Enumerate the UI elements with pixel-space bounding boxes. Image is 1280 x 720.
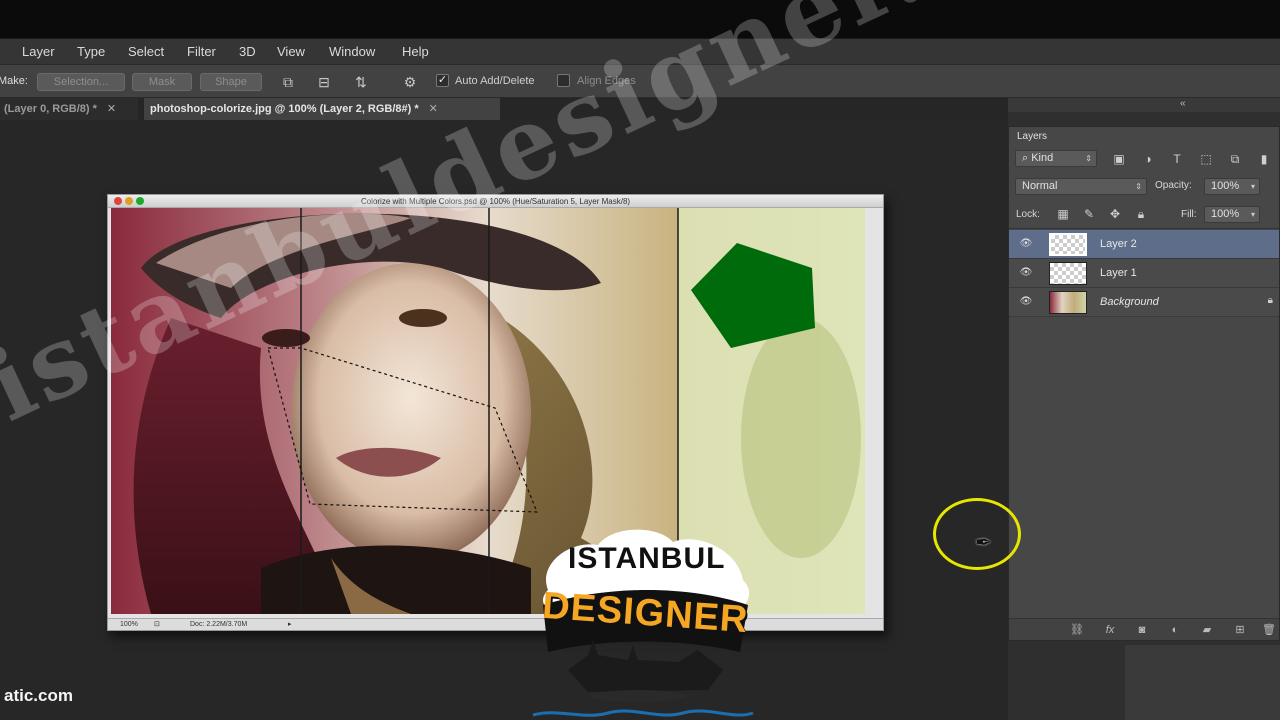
menu-layer[interactable]: Layer <box>22 44 55 59</box>
shape-button[interactable]: Shape <box>200 73 262 91</box>
fill-label: Fill: <box>1181 209 1197 220</box>
pen-cursor-icon: ✒ <box>975 532 992 554</box>
lock-all-icon[interactable]: 🔒︎ <box>1133 206 1149 222</box>
new-group-icon[interactable]: ▰ <box>1199 622 1215 638</box>
lock-label: Lock: <box>1016 209 1040 220</box>
layer-name[interactable]: Layer 2 <box>1100 238 1137 250</box>
layer-style-icon[interactable]: fx <box>1102 622 1118 638</box>
source-label: atic.com <box>4 686 73 705</box>
kind-filter-value: Kind <box>1031 152 1054 164</box>
logo-waves <box>532 709 754 717</box>
menu-filter[interactable]: Filter <box>187 44 216 59</box>
logo-top-text: ISTANBUL <box>568 542 726 575</box>
link-layers-icon[interactable]: ⛓ <box>1069 622 1085 638</box>
chevron-down-icon: ▾ <box>1250 182 1255 191</box>
opacity-value: 100% <box>1211 180 1240 192</box>
menu-3d[interactable]: 3D <box>239 44 256 59</box>
tab-label: photoshop-colorize.jpg @ 100% (Layer 2, … <box>150 103 419 115</box>
visibility-eye-icon[interactable]: 👁︎ <box>1019 237 1033 251</box>
zoom-level[interactable]: 100% <box>120 619 138 630</box>
trash-icon[interactable]: 🗑︎ <box>1261 622 1277 638</box>
close-icon[interactable]: ✕ <box>429 103 438 115</box>
layer-row-layer-1[interactable]: 👁︎ Layer 1 <box>1009 259 1279 288</box>
visibility-eye-icon[interactable]: 👁︎ <box>1019 295 1033 309</box>
istanbul-designer-logo: ISTANBUL DESIGNER <box>528 520 758 720</box>
lock-transparency-icon[interactable]: ▦ <box>1055 206 1071 222</box>
dropdown-arrow-icon: ⇕ <box>1135 182 1142 191</box>
menu-window[interactable]: Window <box>329 44 375 59</box>
path-arrangement-icon[interactable]: ⇅ <box>352 74 370 90</box>
menu-view[interactable]: View <box>277 44 305 59</box>
panel-separator <box>1009 228 1279 229</box>
shape-filter-icon[interactable]: ⬚ <box>1198 151 1214 167</box>
right-eye <box>399 309 447 327</box>
search-icon: ⌕ <box>1022 152 1032 164</box>
smart-object-filter-icon[interactable]: ⧉ <box>1227 151 1243 167</box>
lock-pixels-icon[interactable]: ✎ <box>1081 206 1097 222</box>
layer-name[interactable]: Layer 1 <box>1100 267 1137 279</box>
make-label: Make: <box>0 75 28 87</box>
collapse-arrows-icon[interactable]: « <box>1180 98 1186 109</box>
blend-mode-dropdown[interactable]: Normal ⇕ <box>1015 178 1147 195</box>
gear-icon[interactable]: ⚙ <box>401 74 419 90</box>
lock-position-icon[interactable]: ✥ <box>1107 206 1123 222</box>
new-layer-icon[interactable]: ⊞ <box>1232 622 1248 638</box>
chevron-down-icon: ▾ <box>1250 210 1255 219</box>
status-menu-icon[interactable]: ⊡ <box>154 619 160 630</box>
logo-skyline <box>568 640 723 692</box>
layer-thumbnail[interactable] <box>1049 291 1087 314</box>
status-arrow-icon[interactable]: ▸ <box>288 619 292 630</box>
path-alignment-icon[interactable]: ⊟ <box>315 74 333 90</box>
lock-icon: 🔒︎ <box>1267 295 1273 306</box>
tab-layer0-doc[interactable]: (Layer 0, RGB/8) * ✕ <box>0 98 138 120</box>
document-size: Doc: 2.22M/3.70M <box>190 621 248 628</box>
mask-button[interactable]: Mask <box>132 73 192 91</box>
fill-value: 100% <box>1211 208 1240 220</box>
layer-name[interactable]: Background <box>1100 296 1159 308</box>
layers-panel: Layers ⌕ Kind ⇕ ▣ ◑ T ⬚ ⧉ ▮ Normal ⇕ Opaci… <box>1008 126 1280 641</box>
add-mask-icon[interactable]: ◙ <box>1134 622 1150 638</box>
kind-filter-dropdown[interactable]: ⌕ Kind ⇕ <box>1015 150 1097 167</box>
selection-button[interactable]: Selection... <box>37 73 125 91</box>
menu-type[interactable]: Type <box>77 44 105 59</box>
layers-panel-title[interactable]: Layers <box>1017 131 1047 142</box>
opacity-label: Opacity: <box>1155 180 1192 191</box>
visibility-eye-icon[interactable]: 👁︎ <box>1019 266 1033 280</box>
opacity-field[interactable]: 100% ▾ <box>1204 178 1260 195</box>
face-shape <box>291 263 531 563</box>
adjustment-filter-icon[interactable]: ◑ <box>1140 151 1156 167</box>
close-icon[interactable]: ✕ <box>107 103 116 115</box>
image-filter-icon[interactable]: ▣ <box>1111 151 1127 167</box>
maximize-window-button[interactable] <box>136 197 144 205</box>
adjustment-layer-icon[interactable]: ◐ <box>1167 622 1183 638</box>
filter-toggle-icon[interactable]: ▮ <box>1256 151 1272 167</box>
auto-add-delete-checkbox[interactable]: ✓ <box>436 74 449 87</box>
dock-collapse-bar[interactable]: « <box>1008 98 1280 112</box>
green-blur-1 <box>741 318 861 558</box>
left-eye <box>262 329 310 347</box>
dock-lower-area <box>1125 645 1280 720</box>
path-operations-icon[interactable]: ⧉ <box>279 74 297 90</box>
tab-label: (Layer 0, RGB/8) * <box>4 103 97 115</box>
close-window-button[interactable] <box>114 197 122 205</box>
layer-row-background[interactable]: 👁︎ Background 🔒︎ <box>1009 288 1279 317</box>
menu-select[interactable]: Select <box>128 44 164 59</box>
blend-mode-value: Normal <box>1022 180 1058 192</box>
minimize-window-button[interactable] <box>125 197 133 205</box>
layers-panel-footer: ⛓ fx ◙ ◐ ▰ ⊞ 🗑︎ <box>1009 618 1279 640</box>
layer-row-layer-2[interactable]: 👁︎ Layer 2 <box>1009 230 1279 259</box>
dropdown-arrow-icon: ⇕ <box>1085 154 1092 163</box>
menu-help[interactable]: Help <box>402 44 429 59</box>
logo-ship <box>590 690 686 702</box>
document-status-bar: 100% ⊡ Doc: 2.22M/3.70M ▸ <box>108 618 883 630</box>
layer-thumbnail[interactable] <box>1049 233 1087 256</box>
type-filter-icon[interactable]: T <box>1169 151 1185 167</box>
fill-field[interactable]: 100% ▾ <box>1204 206 1260 223</box>
layer-thumbnail[interactable] <box>1049 262 1087 285</box>
